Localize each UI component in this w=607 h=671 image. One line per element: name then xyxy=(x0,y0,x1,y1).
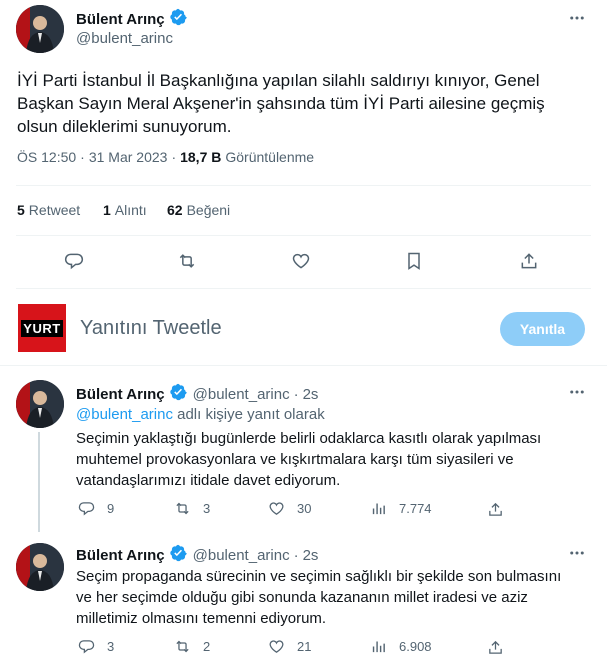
quotes-label: Alıntı xyxy=(114,202,147,218)
tweet-text: İYİ Parti İstanbul İl Başkanlığına yapıl… xyxy=(17,71,545,136)
more-dots-icon[interactable] xyxy=(566,9,588,27)
reply-icon xyxy=(78,502,95,516)
reply-icon xyxy=(78,640,95,654)
divider xyxy=(0,365,607,366)
reply-action[interactable]: 3 xyxy=(78,638,114,655)
tweet-text: Seçim propaganda sürecinin ve seçimin sa… xyxy=(76,568,562,627)
divider xyxy=(16,235,591,236)
compose-avatar-text: YURT xyxy=(21,319,63,337)
replying-to-label: adlı kişiye yanıt olarak xyxy=(177,406,325,423)
avatar[interactable] xyxy=(16,5,64,53)
more-dots-icon[interactable] xyxy=(566,383,588,401)
author-name[interactable]: Bülent Arınç xyxy=(76,386,165,403)
quotes-stat[interactable]: 1 Alıntı xyxy=(103,202,147,218)
likes-label: Beğeni xyxy=(186,202,231,218)
more-dots-icon[interactable] xyxy=(566,544,588,562)
view-count: 6.908 xyxy=(399,639,432,654)
replying-to-link[interactable]: @bulent_arinc xyxy=(76,406,173,423)
author-name[interactable]: Bülent Arınç xyxy=(76,11,165,28)
likes-count: 62 xyxy=(167,202,183,218)
verified-badge-icon xyxy=(169,8,187,31)
quotes-count: 1 xyxy=(103,202,111,218)
verified-badge-icon xyxy=(169,383,187,406)
author-handle[interactable]: @bulent_arinc xyxy=(76,30,173,47)
time-ago[interactable]: 2s xyxy=(303,547,319,564)
view-count: 7.774 xyxy=(399,501,432,516)
tweet-text: Seçimin yaklaştığı bugünlerde belirli od… xyxy=(76,430,542,489)
author-handle[interactable]: @bulent_arinc xyxy=(193,386,290,403)
views-count: 18,7 B xyxy=(180,149,222,165)
like-icon xyxy=(269,502,284,515)
share-icon[interactable] xyxy=(485,637,505,657)
views-icon xyxy=(372,503,385,515)
retweet-action[interactable]: 3 xyxy=(174,500,210,517)
share-icon[interactable] xyxy=(516,248,542,274)
separator: · xyxy=(293,547,299,564)
separator: · xyxy=(171,149,177,165)
retweet-icon xyxy=(176,640,189,653)
reply-icon[interactable] xyxy=(61,248,87,274)
retweet-icon[interactable] xyxy=(174,248,200,274)
like-count: 30 xyxy=(297,501,312,516)
thread-line xyxy=(38,432,40,532)
retweet-count: 2 xyxy=(203,639,211,654)
views-action[interactable]: 6.908 xyxy=(370,638,432,655)
divider xyxy=(16,185,591,186)
tweet-time[interactable]: ÖS 12:50 xyxy=(17,149,76,165)
reply-action[interactable]: 9 xyxy=(78,500,114,517)
like-icon xyxy=(269,640,284,653)
like-action[interactable]: 21 xyxy=(268,638,311,655)
divider xyxy=(16,288,591,289)
like-action[interactable]: 30 xyxy=(268,500,311,517)
time-ago[interactable]: 2s xyxy=(303,386,319,403)
views-label: Görüntülenme xyxy=(225,149,315,165)
retweet-action[interactable]: 2 xyxy=(174,638,210,655)
retweets-label: Retweet xyxy=(28,202,81,218)
likes-stat[interactable]: 62 Beğeni xyxy=(167,202,230,218)
retweets-count: 5 xyxy=(17,202,25,218)
avatar[interactable] xyxy=(16,380,64,428)
retweets-stat[interactable]: 5 Retweet xyxy=(17,202,80,218)
separator: · xyxy=(293,386,299,403)
verified-badge-icon xyxy=(169,544,187,567)
reply-count: 9 xyxy=(107,501,115,516)
views-action[interactable]: 7.774 xyxy=(370,500,432,517)
reply-input[interactable]: Yanıtını Tweetle xyxy=(80,317,222,340)
retweet-count: 3 xyxy=(203,501,211,516)
author-handle[interactable]: @bulent_arinc xyxy=(193,547,290,564)
author-name[interactable]: Bülent Arınç xyxy=(76,547,165,564)
separator: · xyxy=(80,149,85,165)
compose-avatar[interactable]: YURT xyxy=(18,304,66,352)
share-icon[interactable] xyxy=(485,499,505,519)
reply-count: 3 xyxy=(107,639,115,654)
like-icon[interactable] xyxy=(288,248,314,274)
views-icon xyxy=(372,641,385,653)
bookmark-icon[interactable] xyxy=(401,248,427,274)
avatar[interactable] xyxy=(16,543,64,591)
tweet-date[interactable]: 31 Mar 2023 xyxy=(89,149,168,165)
like-count: 21 xyxy=(297,639,312,654)
reply-button[interactable]: Yanıtla xyxy=(500,312,585,346)
retweet-icon xyxy=(176,502,189,515)
